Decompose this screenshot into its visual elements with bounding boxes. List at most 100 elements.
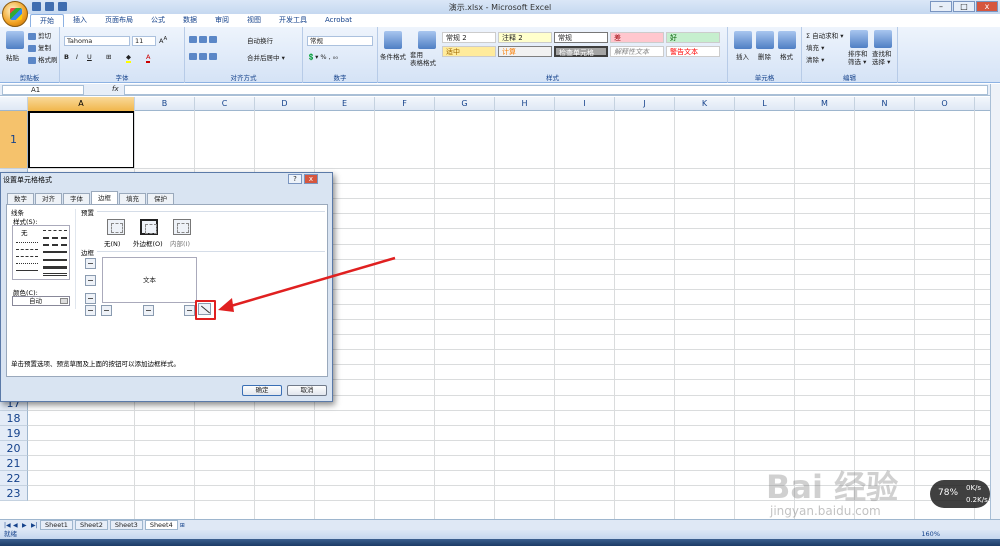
italic-button[interactable]: I [76,53,78,61]
column-header[interactable]: M [795,97,855,111]
line-style-option[interactable] [43,273,67,276]
align-top-icon[interactable] [189,35,219,43]
tab-developer[interactable]: 开发工具 [270,14,316,27]
delete-cells-icon[interactable] [756,31,774,49]
preset-inside-button[interactable] [173,219,191,235]
line-style-option[interactable] [43,237,67,239]
prev-sheet-icon[interactable]: ◀ [13,522,20,529]
find-select-button[interactable]: 查找和 选择 ▾ [872,50,892,66]
column-header[interactable]: A [28,97,135,111]
border-preview[interactable]: 文本 [102,257,197,303]
line-style-option[interactable] [16,249,38,250]
insert-cells-button[interactable]: 插入 [736,51,749,61]
minimize-button[interactable]: – [930,1,952,12]
bold-button[interactable]: B [64,53,69,61]
dialog-tab-number[interactable]: 数字 [7,193,34,204]
selected-cell-a1[interactable] [28,111,135,169]
style-explanatory[interactable]: 解释性文本 [610,46,664,57]
sort-filter-icon[interactable] [850,30,868,48]
insert-cells-icon[interactable] [734,31,752,49]
line-style-option[interactable] [16,242,38,243]
row-header[interactable]: 20 [0,440,28,456]
name-box[interactable]: A1 [2,85,84,95]
column-header[interactable]: K [675,97,735,111]
vertical-scrollbar[interactable] [990,84,1000,519]
dialog-tab-font[interactable]: 字体 [63,193,90,204]
style-bad[interactable]: 差 [610,32,664,43]
line-style-option[interactable] [16,256,38,257]
column-header[interactable]: E [315,97,375,111]
font-name-select[interactable]: Tahoma [64,36,130,46]
row-header[interactable]: 22 [0,471,28,487]
dialog-help-button[interactable]: ? [288,174,302,184]
fill-color-icon[interactable]: ◆ [126,53,131,63]
line-style-option[interactable] [43,244,67,246]
dialog-tab-border[interactable]: 边框 [91,191,118,204]
cut-button[interactable]: 剪切 [28,30,51,40]
line-style-option[interactable] [16,263,38,264]
style-warning[interactable]: 警告文本 [666,46,720,57]
style-good[interactable]: 好 [666,32,720,43]
line-style-option[interactable] [16,270,38,271]
tab-formulas[interactable]: 公式 [142,14,174,27]
conditional-format-icon[interactable] [384,31,402,49]
tab-data[interactable]: 数据 [174,14,206,27]
row-header[interactable]: 19 [0,425,28,441]
line-style-option[interactable] [43,251,67,253]
underline-button[interactable]: U [87,53,92,61]
format-cells-icon[interactable] [778,31,796,49]
border-center-button[interactable] [143,305,154,316]
row-header[interactable]: 18 [0,410,28,426]
sheet-tab-sheet3[interactable]: Sheet3 [109,520,143,530]
insert-sheet-icon[interactable]: ⊞ [180,522,187,529]
sheet-tab-sheet4[interactable]: Sheet4 [144,520,178,530]
border-top-button[interactable] [85,258,96,269]
fill-button[interactable]: 填充 ▾ [806,42,824,52]
tab-review[interactable]: 审阅 [206,14,238,27]
insert-function-button[interactable]: fx [112,85,119,93]
border-icon[interactable]: ⊞ [106,53,111,61]
tab-view[interactable]: 视图 [238,14,270,27]
line-style-option[interactable] [43,266,67,269]
style-check-cell[interactable]: 检查单元格 [554,46,608,57]
column-header[interactable]: B [135,97,195,111]
cancel-button[interactable]: 取消 [287,385,327,396]
line-style-list[interactable]: 无 [12,225,70,280]
clear-button[interactable]: 清除 ▾ [806,54,824,64]
zoom-level[interactable]: 160% [921,530,940,539]
paste-button[interactable]: 粘贴 [6,52,19,62]
border-bottom-button[interactable] [85,293,96,304]
ok-button[interactable]: 确定 [242,385,282,396]
sheet-tab-sheet2[interactable]: Sheet2 [74,520,108,530]
tab-insert[interactable]: 插入 [64,14,96,27]
dialog-close-button[interactable]: x [304,174,318,184]
align-left-icon[interactable] [189,52,219,60]
column-header[interactable]: G [435,97,495,111]
dialog-tab-protection[interactable]: 保护 [147,193,174,204]
row-header[interactable]: 1 [0,111,28,169]
column-header[interactable]: D [255,97,315,111]
style-normal2[interactable]: 常规 2 [442,32,496,43]
next-sheet-icon[interactable]: ▶ [22,522,29,529]
row-header[interactable]: 23 [0,486,28,502]
format-cells-button[interactable]: 格式 [780,51,793,61]
preset-none-button[interactable] [107,219,125,235]
line-style-option[interactable] [43,259,67,261]
style-normal[interactable]: 常规 [554,32,608,43]
row-header[interactable]: 21 [0,455,28,471]
style-calc[interactable]: 计算 [498,46,552,57]
copy-button[interactable]: 复制 [28,42,51,52]
dialog-tab-alignment[interactable]: 对齐 [35,193,62,204]
style-neutral[interactable]: 适中 [442,46,496,57]
grow-font-icon[interactable]: AA [159,36,167,45]
close-button[interactable]: x [976,1,998,12]
delete-cells-button[interactable]: 删除 [758,51,771,61]
conditional-format-button[interactable]: 条件格式 [380,51,406,61]
line-color-select[interactable]: 自动 [12,296,70,306]
tab-acrobat[interactable]: Acrobat [316,14,361,27]
dialog-tab-fill[interactable]: 填充 [119,193,146,204]
sort-filter-button[interactable]: 排序和 筛选 ▾ [848,50,868,66]
table-format-button[interactable]: 套用 表格格式 [410,51,436,67]
font-size-select[interactable]: 11 [132,36,156,46]
style-note2[interactable]: 注释 2 [498,32,552,43]
